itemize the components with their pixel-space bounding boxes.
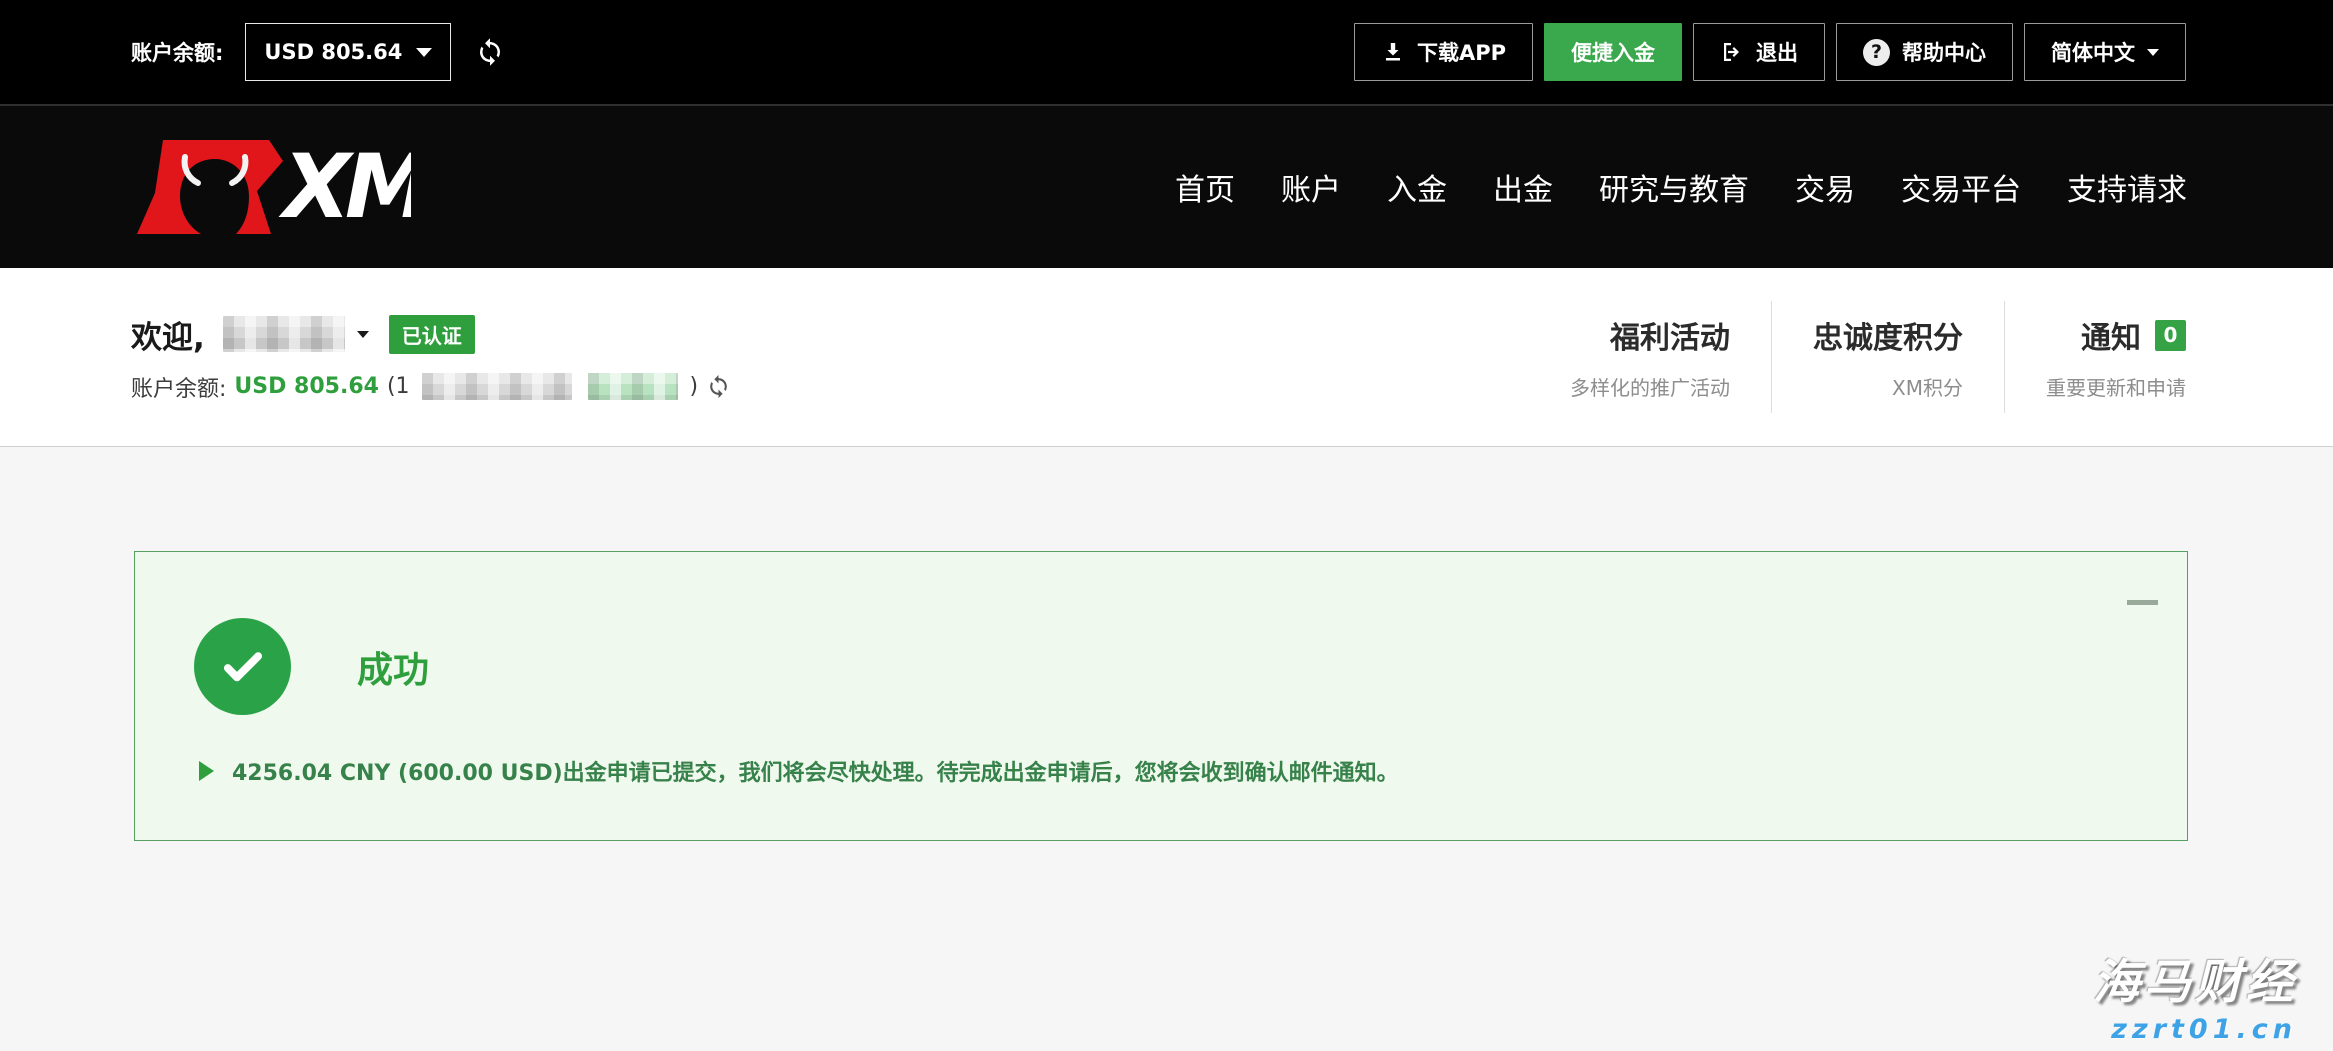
notification-count-badge: 0 <box>2155 320 2186 351</box>
welcome-info: 欢迎, 已认证 账户余额: USD 805.64 (1) <box>131 312 731 403</box>
logo-text: XM <box>278 135 411 238</box>
account-number-close: ) <box>690 374 699 399</box>
success-title: 成功 <box>357 641 429 693</box>
collapse-dash-icon[interactable] <box>2127 600 2158 605</box>
help-center-label: 帮助中心 <box>1902 37 1986 67</box>
refresh-icon[interactable] <box>475 37 505 67</box>
top-utility-bar: 账户余额: USD 805.64 下载APP 便捷入金 退出 ? 帮助中心 <box>0 0 2333 104</box>
main-navbar: XM 首页 账户 入金 出金 研究与教育 交易 交易平台 支持请求 <box>0 104 2333 268</box>
welcome-strip: 欢迎, 已认证 账户余额: USD 805.64 (1) 福利活动 多样化的推广… <box>0 268 2333 447</box>
notifications-label: 通知 <box>2081 313 2141 357</box>
balance-value: USD 805.64 <box>234 374 379 399</box>
notifications-title: 通知 0 <box>2081 313 2186 357</box>
language-selector[interactable]: 简体中文 <box>2024 23 2186 81</box>
topbar-actions: 下载APP 便捷入金 退出 ? 帮助中心 简体中文 <box>1354 23 2186 81</box>
greeting-text: 欢迎, <box>131 312 205 357</box>
download-app-label: 下载APP <box>1417 37 1506 67</box>
success-check-icon <box>194 618 291 715</box>
success-alert-panel: 成功 4256.04 CNY (600.00 USD)出金申请已提交，我们将会尽… <box>134 551 2188 841</box>
nav-item-account[interactable]: 账户 <box>1281 165 1341 209</box>
loyalty-title: 忠诚度积分 <box>1813 313 1963 357</box>
nav-item-trading[interactable]: 交易 <box>1795 165 1855 209</box>
nav-menu: 首页 账户 入金 出金 研究与教育 交易 交易平台 支持请求 <box>1175 165 2187 209</box>
nav-item-deposit[interactable]: 入金 <box>1387 165 1447 209</box>
refresh-balance-icon[interactable] <box>706 374 731 399</box>
quick-deposit-button[interactable]: 便捷入金 <box>1544 23 1682 81</box>
watermark-brand: 海马财经 <box>2093 943 2297 1012</box>
loyalty-subtitle: XM积分 <box>1892 372 1963 401</box>
help-center-button[interactable]: ? 帮助中心 <box>1836 23 2013 81</box>
watermark-url: zzrt01.cn <box>2093 1014 2297 1045</box>
success-message-row: 4256.04 CNY (600.00 USD)出金申请已提交，我们将会尽快处理… <box>199 755 1399 787</box>
account-number-blurred <box>422 373 572 400</box>
quick-link-promotions[interactable]: 福利活动 多样化的推广活动 <box>1529 313 1771 401</box>
balance-line: 账户余额: USD 805.64 (1) <box>131 371 731 403</box>
nav-item-platforms[interactable]: 交易平台 <box>1901 165 2021 209</box>
quick-links: 福利活动 多样化的推广活动 忠诚度积分 XM积分 通知 0 重要更新和申请 <box>1529 301 2186 413</box>
chevron-down-icon[interactable] <box>357 331 369 338</box>
language-label: 简体中文 <box>2051 37 2135 67</box>
notifications-subtitle: 重要更新和申请 <box>2046 372 2186 401</box>
logout-button[interactable]: 退出 <box>1693 23 1825 81</box>
balance-area: 账户余额: USD 805.64 <box>131 23 505 81</box>
xm-logo[interactable]: XM <box>131 135 411 239</box>
download-icon <box>1381 40 1405 64</box>
account-balance-dropdown[interactable]: USD 805.64 <box>245 23 451 81</box>
quick-link-loyalty[interactable]: 忠诚度积分 XM积分 <box>1772 313 2004 401</box>
question-icon: ? <box>1863 39 1890 66</box>
nav-item-home[interactable]: 首页 <box>1175 165 1235 209</box>
logout-icon <box>1720 40 1744 64</box>
balance-label: 账户余额: <box>131 371 226 403</box>
logout-label: 退出 <box>1756 37 1798 67</box>
quick-deposit-label: 便捷入金 <box>1571 37 1655 67</box>
page-content: 成功 4256.04 CNY (600.00 USD)出金申请已提交，我们将会尽… <box>0 447 2333 1051</box>
nav-item-research-education[interactable]: 研究与教育 <box>1599 165 1749 209</box>
promotions-title: 福利活动 <box>1610 313 1730 357</box>
chevron-down-icon <box>416 48 432 57</box>
balance-value: USD 805.64 <box>264 40 402 64</box>
welcome-line: 欢迎, 已认证 <box>131 312 731 357</box>
account-number-open: (1 <box>387 374 410 399</box>
account-type-blurred <box>588 373 678 400</box>
watermark: 海马财经 zzrt01.cn <box>2093 943 2297 1045</box>
xm-bull-logo-graphic: XM <box>131 135 411 239</box>
account-name-blurred <box>223 316 345 352</box>
quick-link-notifications[interactable]: 通知 0 重要更新和申请 <box>2005 313 2186 401</box>
nav-item-withdraw[interactable]: 出金 <box>1493 165 1553 209</box>
verified-badge: 已认证 <box>389 315 475 354</box>
chevron-down-icon <box>2147 49 2159 56</box>
download-app-button[interactable]: 下载APP <box>1354 23 1533 81</box>
balance-label: 账户余额: <box>131 37 223 67</box>
success-header: 成功 <box>194 618 429 715</box>
nav-item-support[interactable]: 支持请求 <box>2067 165 2187 209</box>
right-triangle-icon <box>199 761 214 781</box>
success-message: 4256.04 CNY (600.00 USD)出金申请已提交，我们将会尽快处理… <box>232 755 1399 787</box>
promotions-subtitle: 多样化的推广活动 <box>1570 372 1730 401</box>
